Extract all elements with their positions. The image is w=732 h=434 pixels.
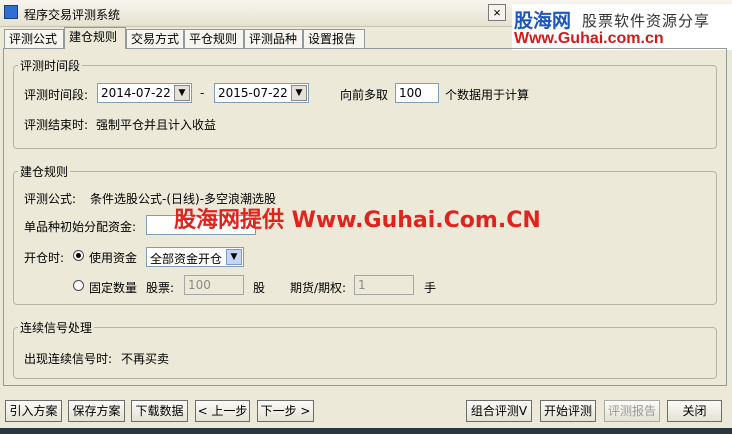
chevron-down-icon[interactable]: ▼ xyxy=(226,249,242,265)
close-button[interactable]: 关闭 xyxy=(667,400,722,422)
build-rules-legend: 建仓规则 xyxy=(20,165,69,179)
fixed-qty-label: 固定数量 xyxy=(89,281,138,295)
futures-qty-input[interactable]: 1 xyxy=(354,275,414,295)
tab-trade-mode[interactable]: 交易方式 xyxy=(126,29,184,48)
end-handling-label: 评测结束时: xyxy=(24,118,89,132)
start-date-picker[interactable]: 2014-07-22 ▼ xyxy=(97,83,192,103)
open-label: 开仓时: xyxy=(24,251,65,265)
download-data-button[interactable]: 下载数据 xyxy=(131,400,188,422)
watermark-center: 股海网提供 Www.Guhai.Com.CN xyxy=(174,208,541,233)
end-date-value: 2015-07-22 xyxy=(218,86,288,100)
period-dash: - xyxy=(200,86,205,100)
background-strip xyxy=(0,428,732,434)
tab-instruments[interactable]: 评测品种 xyxy=(244,29,303,48)
formula-label: 评测公式: xyxy=(24,192,77,206)
signal-group: 连续信号处理 xyxy=(13,319,717,379)
eval-report-button[interactable]: 评测报告 xyxy=(604,400,660,422)
lookback-suffix: 个数据用于计算 xyxy=(445,88,530,102)
chevron-down-icon[interactable]: ▼ xyxy=(174,85,190,101)
end-handling-value: 强制平仓并且计入收益 xyxy=(96,118,217,132)
watermark-logo-url: Www.Guhai.com.cn xyxy=(514,30,664,47)
signal-value: 不再买卖 xyxy=(121,352,170,366)
stock-unit: 股 xyxy=(253,281,266,295)
import-scheme-button[interactable]: 引入方案 xyxy=(5,400,62,422)
tab-formula[interactable]: 评测公式 xyxy=(4,29,64,48)
capital-mode-value: 全部资金开仓 xyxy=(150,252,223,266)
next-step-button[interactable]: 下一步 > xyxy=(257,400,314,422)
app-icon xyxy=(4,5,18,19)
signal-legend: 连续信号处理 xyxy=(20,321,93,335)
watermark-logo-main: 股海网 xyxy=(514,10,572,32)
tab-report-settings[interactable]: 设置报告 xyxy=(303,29,365,48)
use-capital-label: 使用资金 xyxy=(89,251,138,265)
combo-eval-button[interactable]: 组合评测V xyxy=(466,400,532,422)
start-date-value: 2014-07-22 xyxy=(101,86,171,100)
period-legend: 评测时间段 xyxy=(20,59,81,73)
futures-unit: 手 xyxy=(424,281,437,295)
capital-label: 单品种初始分配资金: xyxy=(24,220,137,234)
stock-label: 股票: xyxy=(146,281,175,295)
stock-qty-input[interactable]: 100 xyxy=(184,275,244,295)
period-group: 评测时间段 xyxy=(13,57,717,149)
capital-mode-select[interactable]: 全部资金开仓 ▼ xyxy=(146,247,244,267)
close-icon[interactable]: × xyxy=(488,4,506,21)
futures-label: 期货/期权: xyxy=(290,281,347,295)
watermark-logo-tag: 股票软件资源分享 xyxy=(582,12,711,30)
period-label: 评测时间段: xyxy=(24,88,89,102)
signal-label: 出现连续信号时: xyxy=(24,352,113,366)
use-capital-radio[interactable] xyxy=(73,250,84,261)
tab-close-rules[interactable]: 平仓规则 xyxy=(184,29,244,48)
main-window: 程序交易评测系统 × 评测公式 建仓规则 交易方式 平仓规则 评测品种 设置报告… xyxy=(0,0,732,434)
tab-build-rules[interactable]: 建仓规则 xyxy=(64,27,126,49)
prev-step-button[interactable]: < 上一步 xyxy=(195,400,250,422)
end-date-picker[interactable]: 2015-07-22 ▼ xyxy=(214,83,309,103)
fixed-qty-radio[interactable] xyxy=(73,280,84,291)
start-eval-button[interactable]: 开始评测 xyxy=(540,400,596,422)
save-scheme-button[interactable]: 保存方案 xyxy=(68,400,125,422)
watermark-logo: 股海网 股票软件资源分享 Www.Guhai.com.cn xyxy=(512,4,732,50)
lookback-label: 向前多取 xyxy=(340,88,389,102)
lookback-input[interactable]: 100 xyxy=(395,83,439,103)
window-title: 程序交易评测系统 xyxy=(24,8,121,22)
chevron-down-icon[interactable]: ▼ xyxy=(291,85,307,101)
